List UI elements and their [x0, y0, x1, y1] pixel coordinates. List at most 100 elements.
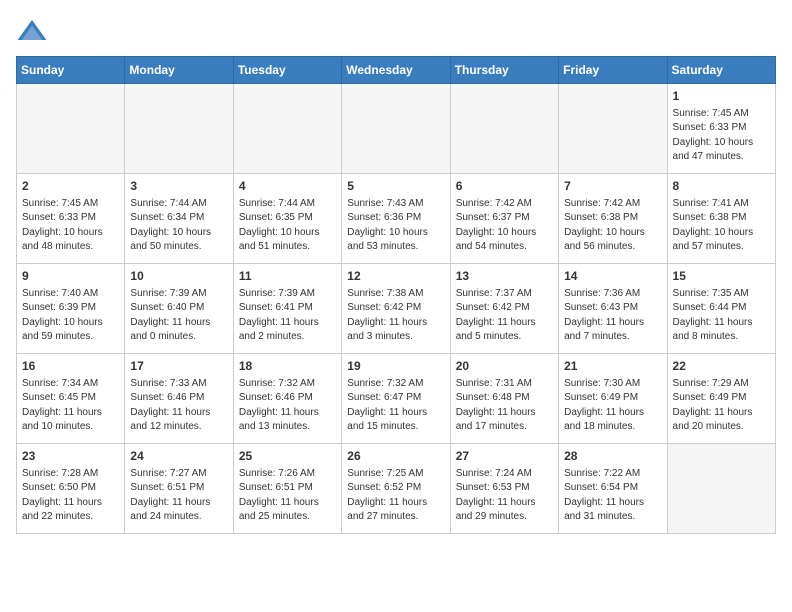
day-number: 6 [456, 178, 553, 195]
calendar-cell [233, 84, 341, 174]
day-number: 3 [130, 178, 227, 195]
day-number: 27 [456, 448, 553, 465]
calendar-cell: 5 Sunrise: 7:43 AM Sunset: 6:36 PM Daylig… [342, 174, 450, 264]
calendar-header-row: SundayMondayTuesdayWednesdayThursdayFrid… [17, 57, 776, 84]
calendar-cell: 23 Sunrise: 7:28 AM Sunset: 6:50 PM Dayli… [17, 444, 125, 534]
calendar-cell: 8Sunrise: 7:41 AM Sunset: 6:38 PM Daylig… [667, 174, 775, 264]
calendar-cell: 13 Sunrise: 7:37 AM Sunset: 6:42 PM Dayli… [450, 264, 558, 354]
day-info: Sunrise: 7:26 AM Sunset: 6:51 PM Dayligh… [239, 467, 336, 525]
day-info: Sunrise: 7:40 AM Sunset: 6:39 PM Dayligh… [22, 287, 119, 345]
calendar-cell: 11 Sunrise: 7:39 AM Sunset: 6:41 PM Dayli… [233, 264, 341, 354]
day-number: 17 [130, 358, 227, 375]
day-number: 4 [239, 178, 336, 195]
day-number: 18 [239, 358, 336, 375]
calendar-cell: 4Sunrise: 7:44 AM Sunset: 6:35 PM Daylig… [233, 174, 341, 264]
logo-icon [16, 16, 48, 48]
calendar-week-3: 16 Sunrise: 7:34 AM Sunset: 6:45 PM Dayli… [17, 354, 776, 444]
day-number: 26 [347, 448, 444, 465]
calendar-cell: 24 Sunrise: 7:27 AM Sunset: 6:51 PM Dayli… [125, 444, 233, 534]
calendar-cell: 22 Sunrise: 7:29 AM Sunset: 6:49 PM Dayli… [667, 354, 775, 444]
day-number: 24 [130, 448, 227, 465]
day-number: 16 [22, 358, 119, 375]
calendar-cell: 14 Sunrise: 7:36 AM Sunset: 6:43 PM Dayli… [559, 264, 667, 354]
day-number: 8 [673, 178, 770, 195]
day-info: Sunrise: 7:37 AM Sunset: 6:42 PM Dayligh… [456, 287, 553, 345]
day-number: 5 [347, 178, 444, 195]
calendar-week-0: 1Sunrise: 7:45 AM Sunset: 6:33 PM Daylig… [17, 84, 776, 174]
calendar-cell [17, 84, 125, 174]
day-number: 12 [347, 268, 444, 285]
day-number: 2 [22, 178, 119, 195]
calendar-cell: 7 Sunrise: 7:42 AM Sunset: 6:38 PM Daylig… [559, 174, 667, 264]
calendar-cell: 3 Sunrise: 7:44 AM Sunset: 6:34 PM Daylig… [125, 174, 233, 264]
day-info: Sunrise: 7:27 AM Sunset: 6:51 PM Dayligh… [130, 467, 227, 525]
weekday-header-tuesday: Tuesday [233, 57, 341, 84]
weekday-header-sunday: Sunday [17, 57, 125, 84]
calendar-cell: 17 Sunrise: 7:33 AM Sunset: 6:46 PM Dayli… [125, 354, 233, 444]
calendar-cell: 9 Sunrise: 7:40 AM Sunset: 6:39 PM Daylig… [17, 264, 125, 354]
day-info: Sunrise: 7:32 AM Sunset: 6:47 PM Dayligh… [347, 377, 444, 435]
day-number: 15 [673, 268, 770, 285]
calendar-cell: 12 Sunrise: 7:38 AM Sunset: 6:42 PM Dayli… [342, 264, 450, 354]
day-info: Sunrise: 7:22 AM Sunset: 6:54 PM Dayligh… [564, 467, 661, 525]
calendar-cell: 18 Sunrise: 7:32 AM Sunset: 6:46 PM Dayli… [233, 354, 341, 444]
day-info: Sunrise: 7:42 AM Sunset: 6:37 PM Dayligh… [456, 197, 553, 255]
calendar-cell: 1Sunrise: 7:45 AM Sunset: 6:33 PM Daylig… [667, 84, 775, 174]
day-info: Sunrise: 7:45 AM Sunset: 6:33 PM Dayligh… [22, 197, 119, 255]
day-info: Sunrise: 7:29 AM Sunset: 6:49 PM Dayligh… [673, 377, 770, 435]
day-info: Sunrise: 7:30 AM Sunset: 6:49 PM Dayligh… [564, 377, 661, 435]
day-info: Sunrise: 7:39 AM Sunset: 6:40 PM Dayligh… [130, 287, 227, 345]
day-info: Sunrise: 7:33 AM Sunset: 6:46 PM Dayligh… [130, 377, 227, 435]
weekday-header-friday: Friday [559, 57, 667, 84]
calendar-cell: 2 Sunrise: 7:45 AM Sunset: 6:33 PM Daylig… [17, 174, 125, 264]
weekday-header-saturday: Saturday [667, 57, 775, 84]
day-number: 28 [564, 448, 661, 465]
calendar-cell: 28 Sunrise: 7:22 AM Sunset: 6:54 PM Dayli… [559, 444, 667, 534]
day-info: Sunrise: 7:35 AM Sunset: 6:44 PM Dayligh… [673, 287, 770, 345]
day-info: Sunrise: 7:42 AM Sunset: 6:38 PM Dayligh… [564, 197, 661, 255]
calendar-cell: 21 Sunrise: 7:30 AM Sunset: 6:49 PM Dayli… [559, 354, 667, 444]
day-info: Sunrise: 7:38 AM Sunset: 6:42 PM Dayligh… [347, 287, 444, 345]
calendar-week-2: 9 Sunrise: 7:40 AM Sunset: 6:39 PM Daylig… [17, 264, 776, 354]
calendar-cell: 25 Sunrise: 7:26 AM Sunset: 6:51 PM Dayli… [233, 444, 341, 534]
calendar-cell [450, 84, 558, 174]
day-number: 10 [130, 268, 227, 285]
weekday-header-monday: Monday [125, 57, 233, 84]
day-info: Sunrise: 7:39 AM Sunset: 6:41 PM Dayligh… [239, 287, 336, 345]
day-number: 20 [456, 358, 553, 375]
day-info: Sunrise: 7:25 AM Sunset: 6:52 PM Dayligh… [347, 467, 444, 525]
day-info: Sunrise: 7:31 AM Sunset: 6:48 PM Dayligh… [456, 377, 553, 435]
calendar-cell: 20 Sunrise: 7:31 AM Sunset: 6:48 PM Dayli… [450, 354, 558, 444]
day-number: 13 [456, 268, 553, 285]
day-info: Sunrise: 7:36 AM Sunset: 6:43 PM Dayligh… [564, 287, 661, 345]
day-info: Sunrise: 7:24 AM Sunset: 6:53 PM Dayligh… [456, 467, 553, 525]
calendar-cell: 19 Sunrise: 7:32 AM Sunset: 6:47 PM Dayli… [342, 354, 450, 444]
weekday-header-wednesday: Wednesday [342, 57, 450, 84]
day-number: 19 [347, 358, 444, 375]
day-number: 9 [22, 268, 119, 285]
day-number: 23 [22, 448, 119, 465]
day-info: Sunrise: 7:44 AM Sunset: 6:34 PM Dayligh… [130, 197, 227, 255]
calendar-cell: 6 Sunrise: 7:42 AM Sunset: 6:37 PM Daylig… [450, 174, 558, 264]
day-number: 7 [564, 178, 661, 195]
day-info: Sunrise: 7:43 AM Sunset: 6:36 PM Dayligh… [347, 197, 444, 255]
day-info: Sunrise: 7:28 AM Sunset: 6:50 PM Dayligh… [22, 467, 119, 525]
day-number: 1 [673, 88, 770, 105]
logo [16, 16, 52, 48]
day-number: 22 [673, 358, 770, 375]
page-header [16, 16, 776, 48]
weekday-header-thursday: Thursday [450, 57, 558, 84]
calendar-cell [559, 84, 667, 174]
calendar-cell [342, 84, 450, 174]
calendar-cell: 26 Sunrise: 7:25 AM Sunset: 6:52 PM Dayli… [342, 444, 450, 534]
calendar-cell [125, 84, 233, 174]
day-info: Sunrise: 7:34 AM Sunset: 6:45 PM Dayligh… [22, 377, 119, 435]
calendar-cell: 16 Sunrise: 7:34 AM Sunset: 6:45 PM Dayli… [17, 354, 125, 444]
calendar-cell: 27 Sunrise: 7:24 AM Sunset: 6:53 PM Dayli… [450, 444, 558, 534]
day-number: 21 [564, 358, 661, 375]
day-number: 14 [564, 268, 661, 285]
calendar-cell: 10 Sunrise: 7:39 AM Sunset: 6:40 PM Dayli… [125, 264, 233, 354]
day-number: 11 [239, 268, 336, 285]
day-info: Sunrise: 7:32 AM Sunset: 6:46 PM Dayligh… [239, 377, 336, 435]
day-number: 25 [239, 448, 336, 465]
